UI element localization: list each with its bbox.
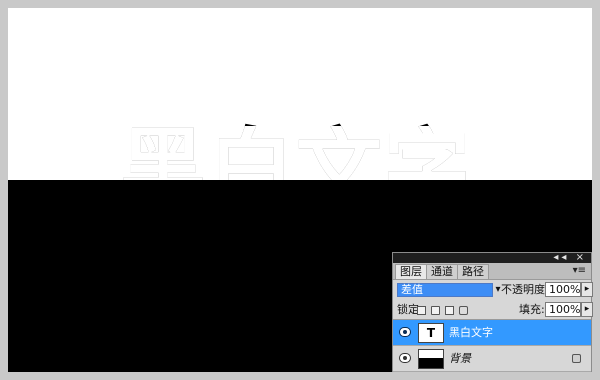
opacity-dropdown-icon[interactable]: ▸ [581,282,593,297]
layer-row-text[interactable]: T 黑白文字 [393,320,591,346]
opacity-field[interactable]: 100% [545,282,581,297]
app-frame: 黑白文字 黑白文字 ◂◂ × 图层 通道 路径 ▾≡ 差值 ▾ 不透明度: 10… [0,0,600,380]
opacity-label: 不透明度: [501,283,549,296]
layers-panel: ◂◂ × 图层 通道 路径 ▾≡ 差值 ▾ 不透明度: 100% ▸ 锁定: 填… [392,252,593,372]
fill-field[interactable]: 100% [545,302,581,317]
tab-layers[interactable]: 图层 [395,264,427,279]
panel-menu-icon[interactable]: ▾≡ [573,265,586,276]
lock-icon [572,354,581,363]
lock-all-icon[interactable] [459,305,468,315]
layer-name: 黑白文字 [449,326,493,339]
visibility-eye-icon[interactable] [399,327,411,337]
tab-channels[interactable]: 通道 [426,264,458,279]
layer-list: T 黑白文字 背景 [393,319,591,372]
background-layer-thumbnail [418,349,444,369]
fill-dropdown-icon[interactable]: ▸ [581,302,593,317]
panel-titlebar: ◂◂ × [393,252,591,263]
layer-name: 背景 [449,352,471,365]
lock-position-icon[interactable] [445,305,454,315]
fill-label: 填充: [519,303,545,316]
lock-transparent-icon[interactable] [417,305,426,315]
canvas-top-white [8,8,592,180]
panel-tabs: 图层 通道 路径 ▾≡ [393,263,591,280]
blend-mode-select[interactable]: 差值 [397,283,493,297]
visibility-eye-icon[interactable] [399,353,411,363]
panel-controls[interactable]: ◂◂ × [553,252,587,263]
tab-paths[interactable]: 路径 [457,264,489,279]
lock-fill-row: 锁定: 填充: 100% ▸ [393,300,593,320]
blend-opacity-row: 差值 ▾ 不透明度: 100% ▸ [393,280,593,300]
lock-image-icon[interactable] [431,305,440,315]
text-layer-thumbnail: T [418,323,444,343]
lock-icons [417,303,477,317]
layer-row-background[interactable]: 背景 [393,346,591,372]
